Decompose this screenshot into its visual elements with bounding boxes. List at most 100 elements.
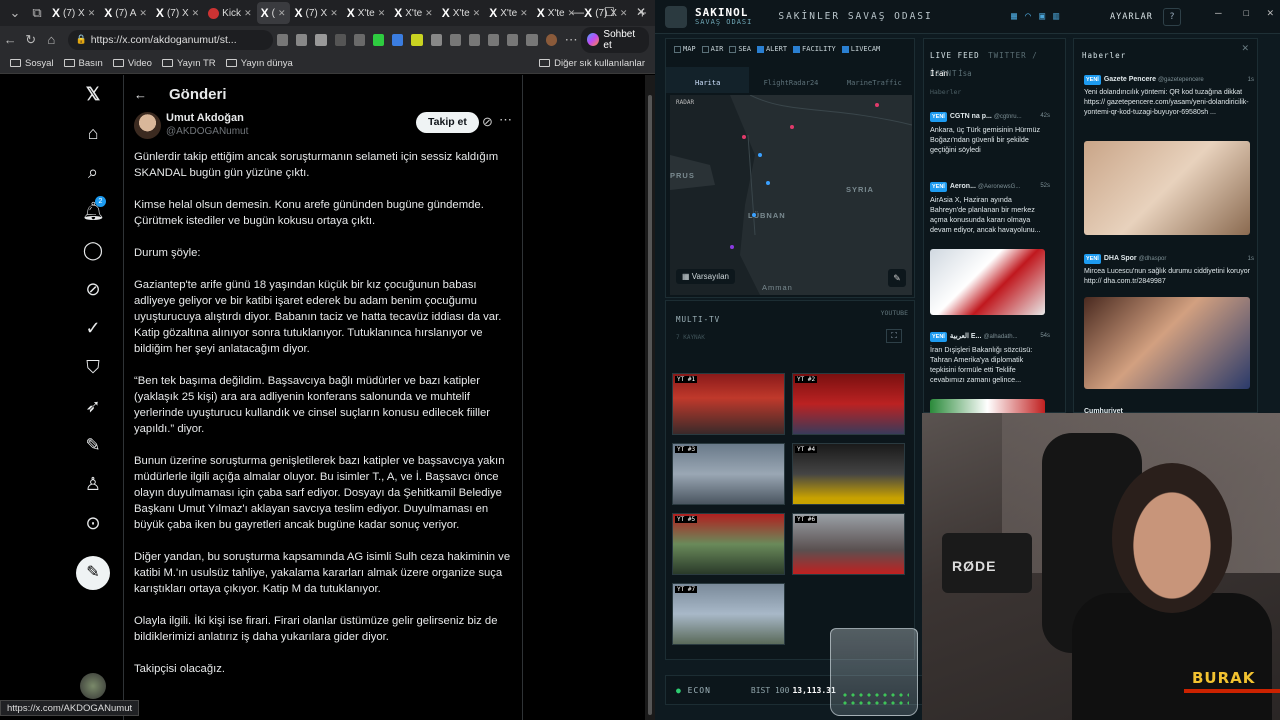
tab-close-icon[interactable]: ✕: [520, 8, 528, 19]
url-input[interactable]: 🔒 https://x.com/akdoganumut/st...: [67, 29, 274, 50]
tv-icon[interactable]: ▣: [1039, 11, 1053, 22]
feed-image[interactable]: [930, 399, 1045, 413]
bookmark-item[interactable]: Video: [112, 58, 152, 69]
extension-icon[interactable]: [430, 33, 442, 46]
tab-close-icon[interactable]: ✕: [378, 8, 386, 19]
verified-icon[interactable]: ✓: [82, 317, 104, 339]
map-marker[interactable]: [790, 125, 794, 129]
map-tab[interactable]: FlightRadar24: [749, 67, 832, 93]
read-aloud-icon[interactable]: [296, 33, 308, 46]
feed-item[interactable]: YENİ العربية E... @alhadath... 54s İran Dış…: [930, 331, 1050, 385]
video-tile[interactable]: YT #4: [792, 443, 905, 505]
feed-item[interactable]: YENİ Aeron... @AeronewsG... 52s AirAsia X, …: [930, 181, 1050, 235]
news-item[interactable]: YENİ DHA Spor @dhaspor 1s Mircea Lucescu'nu…: [1084, 254, 1254, 287]
close-icon[interactable]: ✕: [1267, 6, 1274, 19]
tab-close-icon[interactable]: ✕: [88, 8, 96, 19]
tab-menu-icon[interactable]: ⌄: [4, 5, 26, 21]
map-layer-toggle[interactable]: SEA: [729, 45, 751, 53]
grok-icon[interactable]: ⊘: [82, 278, 104, 300]
map-marker[interactable]: [758, 153, 762, 157]
home-icon[interactable]: ⌂: [82, 122, 104, 144]
browser-tab[interactable]: X (7) X ✕: [48, 2, 99, 24]
collections-icon[interactable]: [488, 33, 500, 46]
refresh-icon[interactable]: ↻: [21, 32, 42, 48]
browser-tab[interactable]: Kick ✕: [204, 2, 255, 24]
copilot-chat-button[interactable]: Sohbet et: [581, 26, 650, 53]
video-tile[interactable]: YT #2: [792, 373, 905, 435]
maximize-icon[interactable]: ☐: [604, 5, 615, 19]
notifications-icon[interactable]: 🔔︎ 2: [82, 196, 106, 222]
scrollbar-thumb[interactable]: [648, 95, 652, 715]
map-tab[interactable]: Harita: [666, 67, 750, 93]
more-icon[interactable]: ⋯: [561, 32, 582, 48]
feed-image[interactable]: [930, 249, 1045, 315]
map-layer-toggle[interactable]: AIR: [701, 45, 723, 53]
map-layer-toggle[interactable]: FACILITY: [793, 45, 836, 53]
bookmarks-icon[interactable]: ⛉: [82, 356, 104, 378]
account-avatar[interactable]: [80, 673, 106, 699]
news-image[interactable]: [1084, 141, 1250, 235]
profile-icon[interactable]: ♙: [82, 473, 104, 495]
grok-explain-icon[interactable]: ⊘: [482, 114, 493, 130]
x-logo-icon[interactable]: 𝕏: [82, 83, 104, 105]
back-icon[interactable]: ←: [0, 32, 21, 47]
map-default-button[interactable]: ▦ Varsayılan: [676, 269, 735, 284]
live-feed-tab[interactable]: İran: [930, 69, 948, 78]
search-icon[interactable]: ⌕: [82, 161, 104, 183]
map-marker[interactable]: [730, 245, 734, 249]
maximize-icon[interactable]: ☐: [1243, 6, 1250, 19]
performance-icon[interactable]: [507, 33, 519, 46]
author-handle[interactable]: @AKDOGANumut: [166, 126, 248, 137]
browser-tab[interactable]: X X'te ✕: [343, 2, 389, 24]
rss-icon[interactable]: ◠: [1025, 11, 1039, 22]
map-tab[interactable]: MarineTraffic: [833, 67, 916, 93]
browser-tab[interactable]: X (7) X ✕: [152, 2, 203, 24]
articles-icon[interactable]: ✎: [82, 434, 104, 456]
split-screen-icon[interactable]: [449, 33, 461, 46]
scrollbar[interactable]: [645, 75, 655, 720]
map-layer-toggle[interactable]: ALERT: [756, 45, 787, 53]
browser-tab[interactable]: X (7) X ✕: [291, 2, 342, 24]
extension-icon[interactable]: [411, 33, 423, 46]
stats-icon[interactable]: ▥: [1053, 11, 1067, 22]
video-tile[interactable]: YT #5: [672, 513, 785, 575]
edit-icon[interactable]: ✎: [888, 269, 906, 287]
map-icon[interactable]: ▦: [1011, 11, 1025, 22]
bookmark-item[interactable]: Basın: [63, 58, 103, 69]
follow-button[interactable]: Takip et: [416, 112, 479, 133]
fullscreen-icon[interactable]: ⛶: [886, 329, 902, 343]
map-marker[interactable]: [742, 135, 746, 139]
browser-tab[interactable]: X X'te ✕: [485, 2, 531, 24]
map-layer-toggle[interactable]: LIVECAM: [841, 45, 880, 53]
browser-tab[interactable]: X(✕: [256, 2, 290, 24]
more-icon[interactable]: ⋯: [499, 112, 512, 128]
extension-icon[interactable]: [372, 33, 385, 46]
rocket-icon[interactable]: ➶: [82, 395, 104, 417]
help-button[interactable]: ?: [1163, 8, 1181, 26]
favorite-star-icon[interactable]: [315, 33, 327, 46]
more-options-icon[interactable]: ⊙: [82, 512, 104, 534]
settings-button[interactable]: AYARLAR: [1110, 12, 1153, 22]
tab-close-icon[interactable]: ✕: [473, 8, 481, 19]
map-layer-toggle[interactable]: MAP: [674, 45, 696, 53]
map-marker[interactable]: [752, 213, 756, 217]
favorites-icon[interactable]: [468, 33, 481, 46]
news-item[interactable]: YENİ Gazete Pencere @gazetepencere 1s Yeni …: [1084, 75, 1254, 118]
video-tile[interactable]: YT #3: [672, 443, 785, 505]
tab-close-icon[interactable]: ✕: [192, 8, 200, 19]
close-icon[interactable]: ✕: [636, 5, 646, 19]
browser-tab[interactable]: X X'te ✕: [438, 2, 484, 24]
close-icon[interactable]: ✕: [1241, 43, 1249, 54]
messages-icon[interactable]: ◯: [82, 239, 104, 261]
tab-close-icon[interactable]: ✕: [425, 8, 433, 19]
video-tile[interactable]: YT #7: [672, 583, 785, 645]
tab-close-icon[interactable]: ✕: [139, 8, 147, 19]
live-feed-tab[interactable]: İsa: [958, 69, 972, 78]
tab-close-icon[interactable]: ✕: [278, 8, 286, 19]
profile-avatar[interactable]: [545, 33, 557, 46]
extension-icon[interactable]: [334, 33, 346, 46]
minimize-icon[interactable]: —: [572, 5, 584, 19]
extension-icon[interactable]: [353, 33, 365, 46]
video-tile[interactable]: YT #6: [792, 513, 905, 575]
feed-item[interactable]: YENİ CGTN na p... @cgtnru... 42s Ankara, üç…: [930, 111, 1050, 155]
